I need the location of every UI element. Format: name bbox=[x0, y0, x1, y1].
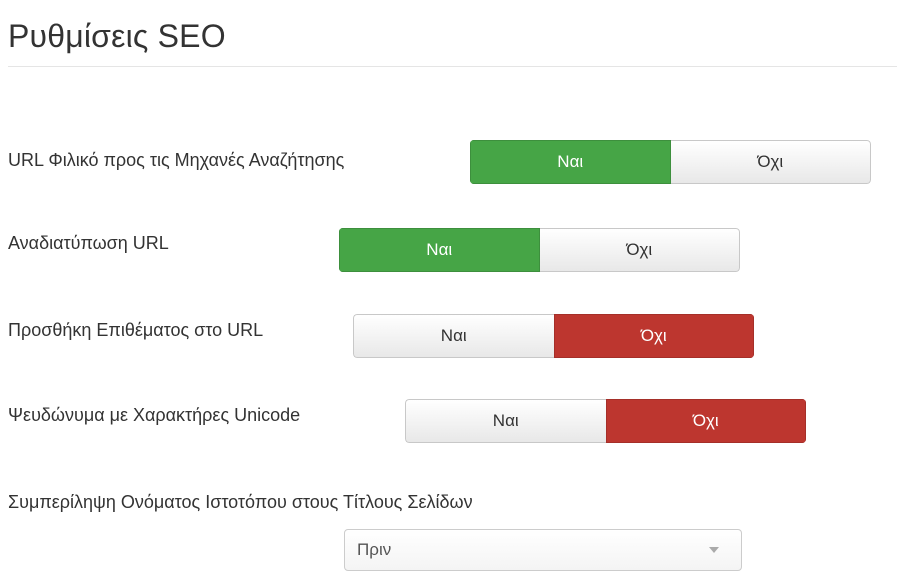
unicode-aliases-toggle: Ναι Όχι bbox=[405, 399, 806, 443]
unicode-aliases-yes-button[interactable]: Ναι bbox=[405, 399, 606, 443]
site-name-in-titles-label: Συμπερίληψη Ονόματος Ιστοτόπου στους Τίτ… bbox=[8, 492, 473, 512]
url-suffix-label: Προσθήκη Επιθέματος στο URL bbox=[8, 320, 264, 340]
page-title: Ρυθμίσεις SEO bbox=[8, 18, 226, 54]
caret-down-icon bbox=[709, 547, 719, 553]
select-value: Πριν bbox=[357, 540, 392, 559]
url-rewrite-toggle: Ναι Όχι bbox=[339, 228, 740, 272]
url-suffix-toggle: Ναι Όχι bbox=[353, 314, 754, 358]
sef-urls-yes-button[interactable]: Ναι bbox=[470, 140, 671, 184]
url-suffix-yes-button[interactable]: Ναι bbox=[353, 314, 554, 358]
url-rewrite-yes-button[interactable]: Ναι bbox=[339, 228, 540, 272]
unicode-aliases-label: Ψευδώνυμα με Χαρακτήρες Unicode bbox=[8, 405, 301, 425]
site-name-in-titles-select[interactable]: Πριν bbox=[344, 529, 742, 571]
unicode-aliases-no-button[interactable]: Όχι bbox=[605, 399, 806, 443]
sef-urls-no-button[interactable]: Όχι bbox=[670, 140, 871, 184]
sef-urls-toggle: Ναι Όχι bbox=[470, 140, 871, 184]
url-rewrite-label: Αναδιατύπωση URL bbox=[8, 233, 169, 253]
sef-urls-label: URL Φιλικό προς τις Μηχανές Αναζήτησης bbox=[8, 150, 345, 170]
title-divider bbox=[8, 66, 897, 67]
url-rewrite-no-button[interactable]: Όχι bbox=[539, 228, 740, 272]
url-suffix-no-button[interactable]: Όχι bbox=[553, 314, 754, 358]
